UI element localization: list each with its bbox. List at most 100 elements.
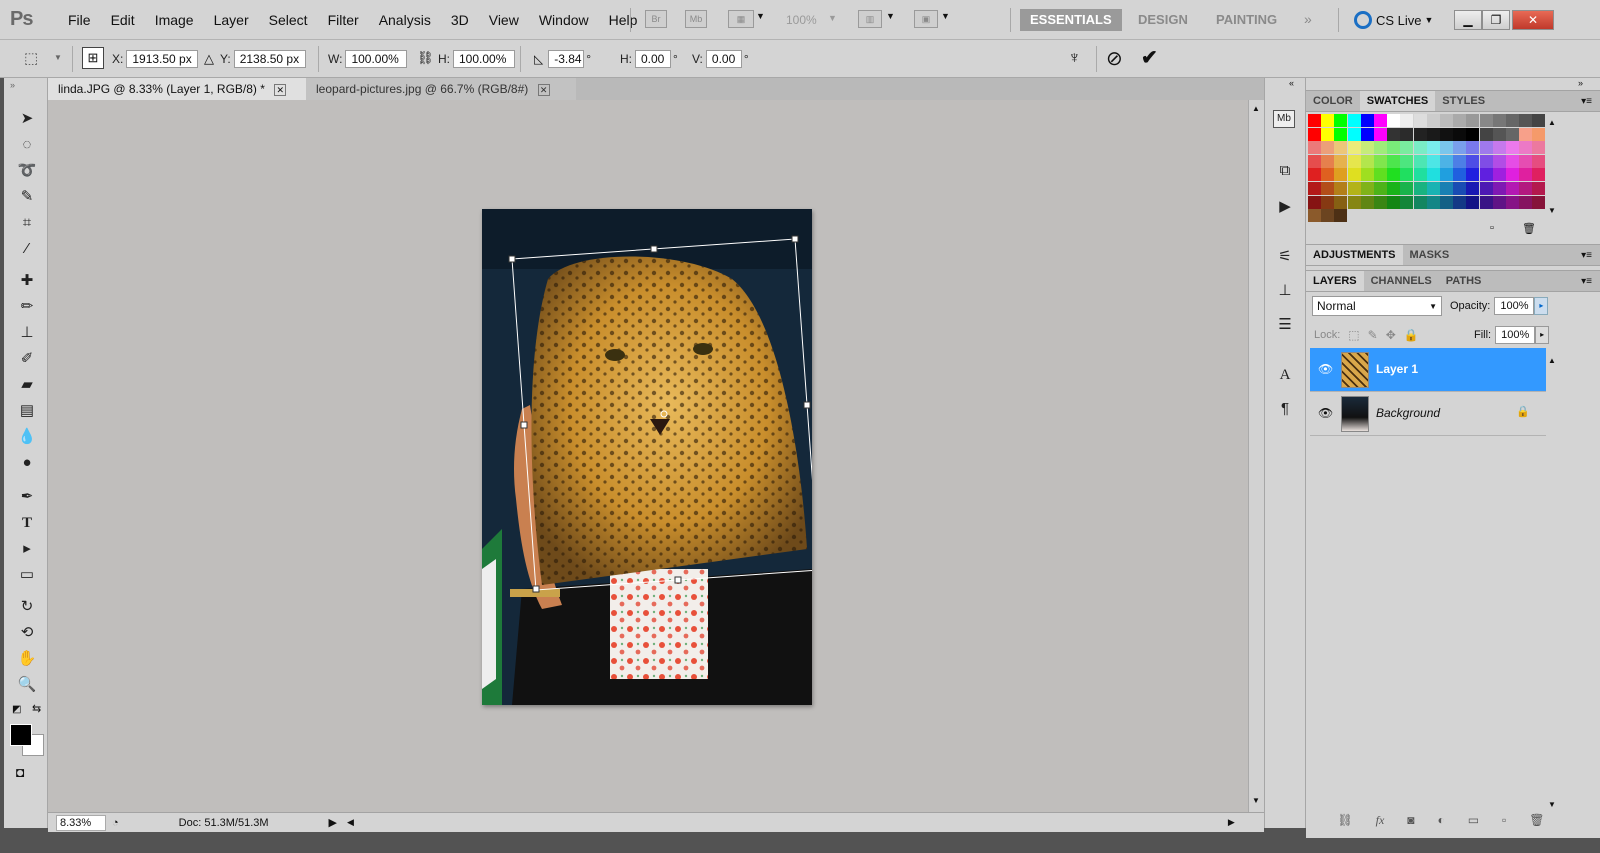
color-swatch[interactable] — [1413, 195, 1427, 209]
menu-analysis[interactable]: Analysis — [369, 0, 441, 40]
layer-style-icon[interactable]: fx — [1376, 813, 1385, 828]
default-colors-icon[interactable]: ◩ — [12, 704, 21, 715]
color-swatch[interactable] — [1400, 195, 1414, 209]
swatches-scroll-up-icon[interactable]: ▲ — [1548, 118, 1556, 127]
close-button[interactable]: ✕ — [1512, 10, 1554, 30]
color-swatch[interactable] — [1453, 182, 1467, 195]
color-swatch[interactable] — [1321, 195, 1335, 209]
minimize-button[interactable]: ▁ — [1454, 10, 1482, 30]
color-swatch[interactable] — [1519, 114, 1533, 127]
y-position-input[interactable]: 2138.50 px — [233, 50, 306, 68]
new-group-icon[interactable]: ▭ — [1468, 813, 1479, 827]
arrange-documents-icon[interactable]: ▥ — [858, 10, 882, 28]
color-swatch[interactable] — [1532, 195, 1546, 209]
color-swatch[interactable] — [1334, 141, 1348, 155]
menu-window[interactable]: Window — [529, 0, 599, 40]
color-swatch[interactable] — [1479, 127, 1493, 141]
launch-bridge-button[interactable]: Br — [645, 10, 667, 28]
vertical-scrollbar[interactable]: ▲ ▼ — [1248, 100, 1264, 812]
color-swatch[interactable] — [1334, 127, 1348, 141]
zoom-chevron-down-icon[interactable]: ▼ — [828, 13, 837, 23]
tab-channels[interactable]: CHANNELS — [1364, 271, 1439, 291]
rotation-angle-input[interactable]: -3.84 — [548, 50, 585, 68]
status-info-icon[interactable]: ◔ — [112, 817, 119, 829]
panel-menu-icon[interactable]: ▾≡ — [1581, 96, 1592, 107]
color-swatch[interactable] — [1492, 114, 1506, 127]
color-swatch[interactable] — [1466, 154, 1480, 168]
color-swatch[interactable] — [1308, 209, 1321, 223]
color-swatch[interactable] — [1492, 182, 1506, 195]
menu-3d[interactable]: 3D — [441, 0, 479, 40]
color-swatch[interactable] — [1347, 141, 1361, 155]
swap-colors-icon[interactable]: ⇆ — [32, 702, 41, 715]
color-swatch[interactable] — [1347, 168, 1361, 182]
menu-image[interactable]: Image — [145, 0, 204, 40]
tab-leopard-pictures[interactable]: leopard-pictures.jpg @ 66.7% (RGB/8#) ✕ — [306, 78, 576, 100]
color-swatch[interactable] — [1479, 195, 1493, 209]
fill-slider-toggle-icon[interactable]: ▸ — [1535, 326, 1550, 344]
visibility-eye-icon[interactable]: 👁 — [1318, 406, 1333, 420]
color-swatch[interactable] — [1308, 195, 1321, 209]
color-swatch[interactable] — [1426, 182, 1440, 195]
panel-menu-icon[interactable]: ▾≡ — [1581, 250, 1592, 261]
color-swatch[interactable] — [1347, 182, 1361, 195]
type-tool-icon[interactable]: T — [16, 512, 38, 534]
menu-filter[interactable]: Filter — [318, 0, 369, 40]
color-swatch[interactable] — [1440, 182, 1453, 195]
close-tab-icon[interactable]: ✕ — [537, 84, 550, 96]
add-mask-icon[interactable]: ◙ — [1407, 813, 1414, 827]
color-swatch[interactable] — [1532, 168, 1546, 182]
scroll-down-icon[interactable]: ▼ — [1252, 796, 1260, 805]
color-swatch[interactable] — [1426, 154, 1440, 168]
color-swatch[interactable] — [1308, 182, 1321, 195]
color-swatch[interactable] — [1492, 195, 1506, 209]
tab-swatches[interactable]: SWATCHES — [1359, 91, 1436, 111]
expand-panels-icon[interactable]: « — [1289, 78, 1294, 88]
rectangle-tool-icon[interactable]: ▭ — [16, 564, 38, 586]
color-swatch[interactable] — [1360, 168, 1374, 182]
relative-position-icon[interactable]: △ — [204, 51, 214, 67]
menu-file[interactable]: File — [58, 0, 101, 40]
visibility-eye-icon[interactable]: 👁 — [1318, 362, 1333, 376]
tool-presets-panel-icon[interactable]: ☰ — [1273, 314, 1297, 336]
color-swatch[interactable] — [1413, 168, 1427, 182]
color-swatch[interactable] — [1387, 182, 1401, 195]
color-swatch[interactable] — [1440, 127, 1453, 141]
color-swatch[interactable] — [1453, 154, 1467, 168]
color-swatch[interactable] — [1453, 141, 1467, 155]
color-swatch[interactable] — [1321, 182, 1335, 195]
color-swatch[interactable] — [1374, 114, 1387, 127]
color-swatch[interactable] — [1532, 127, 1546, 141]
color-swatch[interactable] — [1374, 127, 1387, 141]
color-swatch[interactable] — [1387, 168, 1401, 182]
arrange-chevron-down-icon[interactable]: ▼ — [886, 11, 895, 21]
color-swatch[interactable] — [1321, 141, 1335, 155]
color-swatch[interactable] — [1506, 127, 1519, 141]
color-swatch[interactable] — [1506, 195, 1519, 209]
color-swatch[interactable] — [1506, 168, 1519, 182]
history-brush-tool-icon[interactable]: ✐ — [16, 348, 38, 370]
color-swatch[interactable] — [1426, 127, 1440, 141]
scroll-left-icon[interactable]: ◀ — [347, 817, 354, 828]
color-swatch[interactable] — [1387, 141, 1401, 155]
color-swatch[interactable] — [1387, 154, 1401, 168]
color-swatch[interactable] — [1334, 195, 1348, 209]
commit-transform-icon[interactable]: ✔ — [1141, 45, 1158, 70]
close-tab-icon[interactable]: ✕ — [274, 84, 287, 96]
lock-transparent-pixels-icon[interactable]: ⬚ — [1348, 328, 1359, 342]
color-swatch[interactable] — [1321, 209, 1335, 223]
color-swatch[interactable] — [1426, 141, 1440, 155]
status-menu-icon[interactable]: ▶ — [329, 816, 337, 829]
document-image[interactable] — [482, 209, 812, 705]
color-swatch[interactable] — [1426, 168, 1440, 182]
healing-brush-tool-icon[interactable]: ✚ — [16, 270, 38, 292]
maximize-button[interactable]: ❐ — [1482, 10, 1510, 30]
x-position-input[interactable]: 1913.50 px — [126, 50, 199, 68]
layers-scroll-up-icon[interactable]: ▲ — [1548, 356, 1556, 365]
color-swatch[interactable] — [1440, 141, 1453, 155]
quick-selection-tool-icon[interactable]: ✎ — [16, 186, 38, 208]
color-swatch[interactable] — [1387, 127, 1401, 141]
lock-all-icon[interactable]: 🔒 — [1404, 328, 1419, 342]
color-swatch[interactable] — [1519, 154, 1533, 168]
color-swatch[interactable] — [1413, 141, 1427, 155]
